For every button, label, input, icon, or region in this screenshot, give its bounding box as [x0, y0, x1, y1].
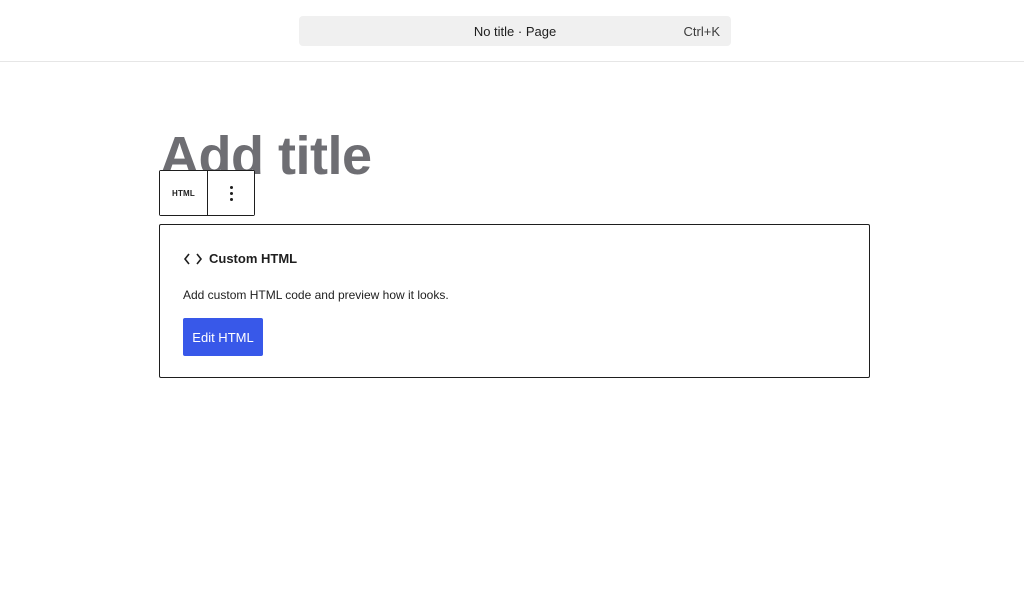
- document-command-bar[interactable]: No title · Page Ctrl+K: [299, 16, 731, 46]
- block-name: Custom HTML: [209, 251, 298, 266]
- editor-canvas: Add title HTML Custom HTML Add custom HT…: [0, 63, 1024, 614]
- block-label: Custom HTML: [183, 251, 297, 266]
- command-shortcut: Ctrl+K: [683, 24, 720, 39]
- document-title: No title · Page: [473, 23, 557, 39]
- custom-html-block[interactable]: Custom HTML Add custom HTML code and pre…: [159, 224, 870, 378]
- edit-html-button[interactable]: Edit HTML: [183, 318, 263, 356]
- vertical-ellipsis-icon: [229, 185, 233, 201]
- block-type-button[interactable]: HTML: [160, 171, 207, 215]
- block-description: Add custom HTML code and preview how it …: [183, 288, 449, 302]
- editor-header: No title · Page Ctrl+K: [0, 0, 1024, 62]
- block-toolbar: HTML: [159, 170, 255, 216]
- block-type-label: HTML: [171, 188, 195, 198]
- block-options-button[interactable]: [207, 171, 254, 215]
- code-brackets-icon: [183, 252, 203, 266]
